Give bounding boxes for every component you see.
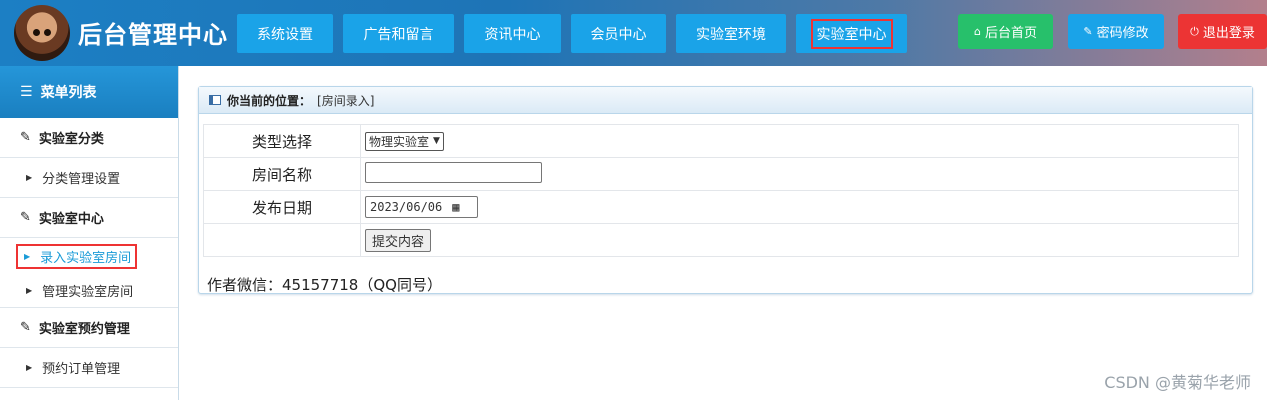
nav-ads-messages[interactable]: 广告和留言	[343, 14, 454, 53]
breadcrumb: 你当前的位置： [房间录入]	[199, 87, 1252, 114]
table-row: 类型选择 物理实验室 ▼	[203, 124, 1239, 158]
table-row: 提交内容	[203, 223, 1239, 257]
change-password-button[interactable]: ✎ 密码修改	[1068, 14, 1164, 49]
table-row: 发布日期 2023/06/06 ▦	[203, 190, 1239, 224]
logout-button[interactable]: ⏻ 退出登录	[1178, 14, 1267, 49]
author-info: 作者微信：45157718（QQ同号）	[207, 276, 442, 294]
nav-news-center[interactable]: 资讯中心	[464, 14, 561, 53]
sidebar-item-label: 预约订单管理	[42, 362, 121, 377]
type-label: 类型选择	[203, 124, 361, 158]
caret-right-icon: ▶	[26, 363, 33, 372]
app-title: 后台管理中心	[78, 21, 228, 49]
edit-icon: ✎	[20, 210, 31, 225]
change-password-label: 密码修改	[1096, 26, 1149, 41]
sidebar-group-label: 实验室预约管理	[38, 322, 130, 337]
caret-right-icon: ▶	[26, 286, 33, 295]
form-table: 类型选择 物理实验室 ▼ 房间名称 发布日期 2023/06/06 ▦ 提交内容	[203, 124, 1239, 257]
power-icon: ⏻	[1190, 24, 1199, 38]
room-name-input[interactable]	[365, 161, 542, 183]
publish-date-label: 发布日期	[203, 190, 361, 224]
logo-avatar	[14, 5, 70, 61]
sidebar-title: 菜单列表	[40, 85, 97, 101]
chevron-down-icon: ▼	[433, 136, 440, 146]
form-panel: 你当前的位置： [房间录入] 类型选择 物理实验室 ▼ 房间名称 发布日期 20…	[198, 86, 1253, 294]
room-name-label: 房间名称	[203, 157, 361, 191]
nav-lab-environment[interactable]: 实验室环境	[676, 14, 786, 53]
sidebar-item-label: 管理实验室房间	[42, 285, 134, 300]
publish-date-value: 2023/06/06	[370, 200, 443, 214]
sidebar-item-category-settings[interactable]: ▶ 分类管理设置	[0, 158, 178, 198]
sidebar-header: ☰ 菜单列表	[0, 66, 178, 118]
nav-lab-center[interactable]: 实验室中心	[796, 14, 907, 53]
panel-icon	[209, 95, 221, 105]
edit-icon: ✎	[20, 130, 31, 145]
sidebar-group-label: 实验室分类	[38, 132, 104, 147]
sidebar-group-reservation[interactable]: ✎ 实验室预约管理	[0, 308, 178, 348]
breadcrumb-label: 你当前的位置：	[227, 93, 312, 108]
type-select-value: 物理实验室	[369, 134, 430, 149]
sidebar-item-label: 分类管理设置	[42, 172, 121, 187]
type-select[interactable]: 物理实验室 ▼	[365, 131, 444, 151]
sidebar-item-manage-lab-room[interactable]: ▶ 管理实验室房间	[0, 274, 178, 308]
calendar-icon[interactable]: ▦	[452, 200, 459, 214]
sidebar-group-lab-center[interactable]: ✎ 实验室中心	[0, 198, 178, 238]
sidebar-item-order-management[interactable]: ▶ 预约订单管理	[0, 348, 178, 388]
sidebar-item-label: 录入实验室房间	[40, 250, 132, 266]
list-icon: ☰	[20, 84, 33, 100]
breadcrumb-value: [房间录入]	[317, 93, 375, 108]
sidebar-item-add-lab-room[interactable]: ▶ 录入实验室房间	[0, 238, 178, 274]
publish-date-input[interactable]: 2023/06/06 ▦	[365, 196, 478, 218]
watermark: CSDN @黄菊华老师	[1104, 373, 1251, 392]
caret-right-icon: ▶	[26, 173, 33, 182]
nav-lab-center-label: 实验室中心	[810, 18, 893, 49]
home-button-label: 后台首页	[984, 26, 1037, 41]
current-item-highlight: ▶ 录入实验室房间	[16, 243, 138, 269]
sidebar-group-lab-category[interactable]: ✎ 实验室分类	[0, 118, 178, 158]
sidebar-group-label: 实验室中心	[38, 212, 104, 227]
home-icon: ⌂	[974, 25, 981, 38]
table-row: 房间名称	[203, 157, 1239, 191]
nav-member-center[interactable]: 会员中心	[571, 14, 666, 53]
nav-system-settings[interactable]: 系统设置	[237, 14, 333, 53]
top-header: 后台管理中心 系统设置 广告和留言 资讯中心 会员中心 实验室环境 实验室中心 …	[0, 0, 1267, 66]
submit-button[interactable]: 提交内容	[365, 228, 432, 252]
caret-right-icon: ▶	[24, 251, 31, 261]
wrench-icon: ✎	[1083, 25, 1093, 38]
edit-icon: ✎	[20, 320, 31, 335]
logout-label: 退出登录	[1202, 26, 1255, 41]
sidebar: ☰ 菜单列表 ✎ 实验室分类 ▶ 分类管理设置 ✎ 实验室中心 ▶ 录入实验室房…	[0, 66, 179, 400]
home-button[interactable]: ⌂ 后台首页	[958, 14, 1053, 49]
